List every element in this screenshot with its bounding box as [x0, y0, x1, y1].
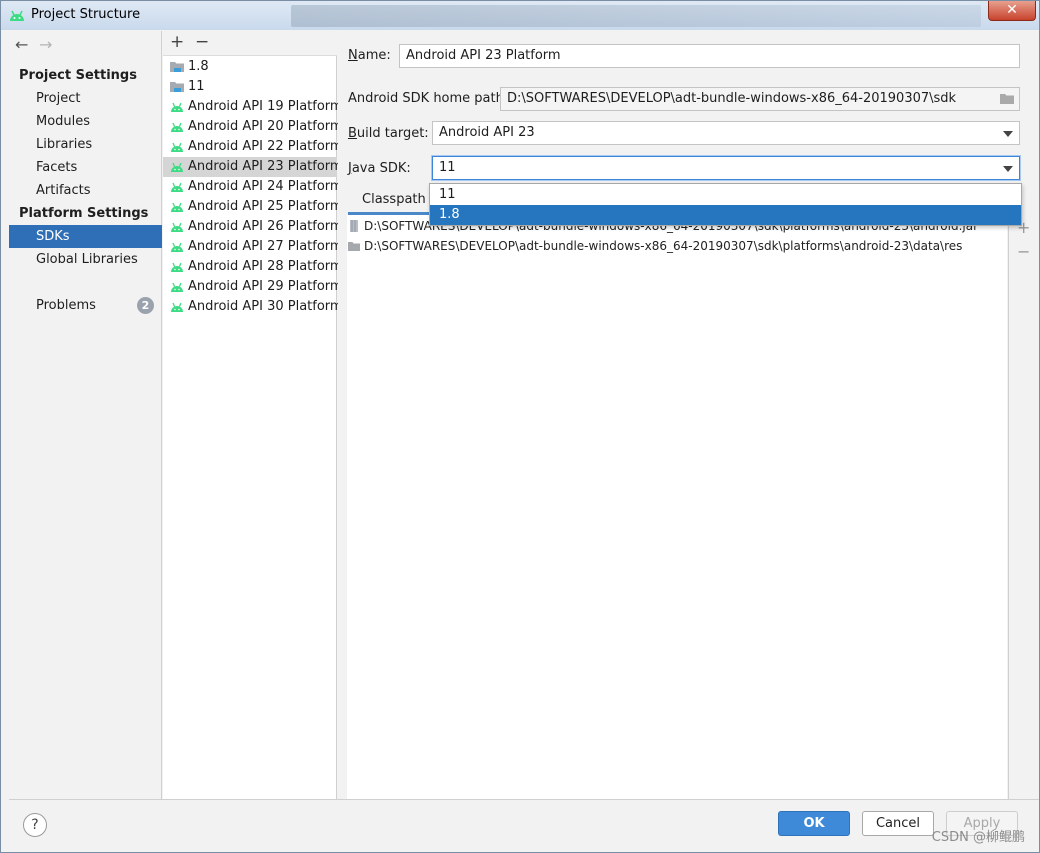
- dropdown-option-1-8[interactable]: 1.8: [430, 205, 1021, 225]
- sdk-list-item[interactable]: Android API 23 Platform: [163, 157, 343, 177]
- back-arrow-icon[interactable]: ←: [15, 35, 39, 54]
- sdk-list-item[interactable]: Android API 24 Platform: [163, 177, 343, 197]
- cancel-button[interactable]: Cancel: [862, 811, 934, 836]
- browse-folder-icon[interactable]: [999, 92, 1015, 105]
- sdk-list-item-label: Android API 23 Platform: [188, 159, 343, 174]
- chevron-down-icon: [1003, 131, 1013, 137]
- nav-item-global-libraries[interactable]: Global Libraries: [9, 248, 162, 271]
- sdk-list-item-label: Android API 19 Platform: [188, 99, 343, 114]
- android-icon: [171, 302, 183, 312]
- dialog-footer: ? OK Cancel Apply CSDN @柳鲲鹏: [9, 799, 1039, 852]
- sdk-list-item[interactable]: Android API 25 Platform: [163, 197, 343, 217]
- nav-item-sdks[interactable]: SDKs: [9, 225, 162, 248]
- chevron-down-icon: [1003, 166, 1013, 172]
- name-label: Name:: [348, 48, 391, 63]
- dropdown-option-11[interactable]: 11: [430, 185, 1021, 205]
- problems-label: Problems: [36, 298, 96, 313]
- android-icon: [171, 182, 183, 192]
- java-sdk-dropdown-list: 11 1.8: [429, 183, 1022, 226]
- sdk-home-path-field[interactable]: D:\SOFTWARES\DEVELOP\adt-bundle-windows-…: [500, 87, 1020, 111]
- android-icon: [171, 282, 183, 292]
- java-sdk-label: Java SDK:: [348, 161, 411, 176]
- sdk-list-panel: + − 1.8 11 Android API 19 Platform Android …: [163, 31, 343, 799]
- window-title: Project Structure: [31, 7, 141, 22]
- project-settings-header: Project Settings: [19, 68, 137, 83]
- forward-arrow-icon[interactable]: →: [39, 35, 63, 54]
- name-input[interactable]: Android API 23 Platform: [399, 44, 1020, 68]
- sdk-details-panel: Name: Android API 23 Platform Android SD…: [338, 31, 1039, 799]
- android-icon: [171, 202, 183, 212]
- nav-item-modules[interactable]: Modules: [9, 110, 162, 133]
- nav-item-libraries[interactable]: Libraries: [9, 133, 162, 156]
- sdk-list-toolbar: + −: [163, 31, 337, 56]
- nav-item-problems[interactable]: Problems 2: [9, 294, 162, 317]
- sdk-list-item-label: Android API 22 Platform: [188, 139, 343, 154]
- sdk-list-item-label: Android API 30 Platform: [188, 299, 343, 314]
- sdk-list-item-label: Android API 25 Platform: [188, 199, 343, 214]
- sdk-list-item-label: Android API 29 Platform: [188, 279, 343, 294]
- jar-icon: [350, 220, 358, 232]
- remove-sdk-button[interactable]: −: [195, 32, 209, 52]
- nav-item-artifacts[interactable]: Artifacts: [9, 179, 162, 202]
- sdk-home-path-label: Android SDK home path:: [348, 91, 509, 106]
- android-icon: [171, 142, 183, 152]
- sdk-list-item[interactable]: 1.8: [163, 57, 337, 77]
- sdk-list-item[interactable]: Android API 26 Platform: [163, 217, 343, 237]
- sdk-list-item[interactable]: Android API 28 Platform: [163, 257, 343, 277]
- add-sdk-button[interactable]: +: [170, 32, 184, 52]
- android-icon: [171, 222, 183, 232]
- build-target-select[interactable]: Android API 23: [432, 121, 1020, 145]
- sdk-list-item[interactable]: Android API 20 Platform: [163, 117, 343, 137]
- build-target-label: Build target:: [348, 126, 429, 141]
- sdk-list-item-label: Android API 20 Platform: [188, 119, 343, 134]
- classpath-side-toolbar: + −: [1008, 215, 1039, 799]
- close-button[interactable]: ✕: [988, 1, 1036, 21]
- sdk-list-item[interactable]: 11: [163, 77, 337, 97]
- sdk-list-item[interactable]: Android API 29 Platform: [163, 277, 343, 297]
- android-icon: [171, 242, 183, 252]
- left-navigation: ← → Project Settings Project Modules Libr…: [9, 31, 162, 799]
- java-sdk-select[interactable]: 11: [432, 156, 1020, 180]
- watermark: CSDN @柳鲲鹏: [931, 830, 1025, 845]
- tab-classpath[interactable]: Classpath: [348, 187, 440, 215]
- sdk-list-item[interactable]: Android API 19 Platform: [163, 97, 343, 117]
- sdk-list-item-label: Android API 28 Platform: [188, 259, 343, 274]
- nav-item-project[interactable]: Project: [9, 87, 162, 110]
- sdk-list-item-label: 1.8: [188, 59, 209, 74]
- help-button[interactable]: ?: [23, 813, 47, 837]
- android-icon: [171, 162, 183, 172]
- ok-button[interactable]: OK: [778, 811, 850, 836]
- classpath-item[interactable]: D:\SOFTWARES\DEVELOP\adt-bundle-windows-…: [347, 236, 962, 256]
- project-structure-dialog: Project Structure ✕ ← → Project Settings …: [0, 0, 1040, 853]
- sdk-list-item[interactable]: Android API 30 Platform: [163, 297, 343, 317]
- jdk-folder-icon: [170, 82, 184, 92]
- sdk-list-item[interactable]: Android API 27 Platform: [163, 237, 343, 257]
- sdk-list-item-label: Android API 26 Platform: [188, 219, 343, 234]
- android-studio-icon: [10, 10, 24, 21]
- android-icon: [171, 122, 183, 132]
- sdk-list-item-label: Android API 24 Platform: [188, 179, 343, 194]
- android-icon: [171, 262, 183, 272]
- problems-count-badge: 2: [137, 297, 154, 314]
- folder-icon: [348, 242, 360, 251]
- nav-item-facets[interactable]: Facets: [9, 156, 162, 179]
- title-bar: Project Structure ✕: [1, 1, 1039, 30]
- jdk-folder-icon: [170, 62, 184, 72]
- sdk-list-item-label: Android API 27 Platform: [188, 239, 343, 254]
- platform-settings-header: Platform Settings: [19, 206, 149, 221]
- android-icon: [171, 102, 183, 112]
- classpath-list: D:\SOFTWARES\DEVELOP\adt-bundle-windows-…: [347, 215, 1007, 799]
- sdk-list-item-label: 11: [188, 79, 205, 94]
- blurred-area: [291, 5, 981, 27]
- sdk-list-item[interactable]: Android API 22 Platform: [163, 137, 343, 157]
- remove-classpath-button[interactable]: −: [1017, 242, 1030, 261]
